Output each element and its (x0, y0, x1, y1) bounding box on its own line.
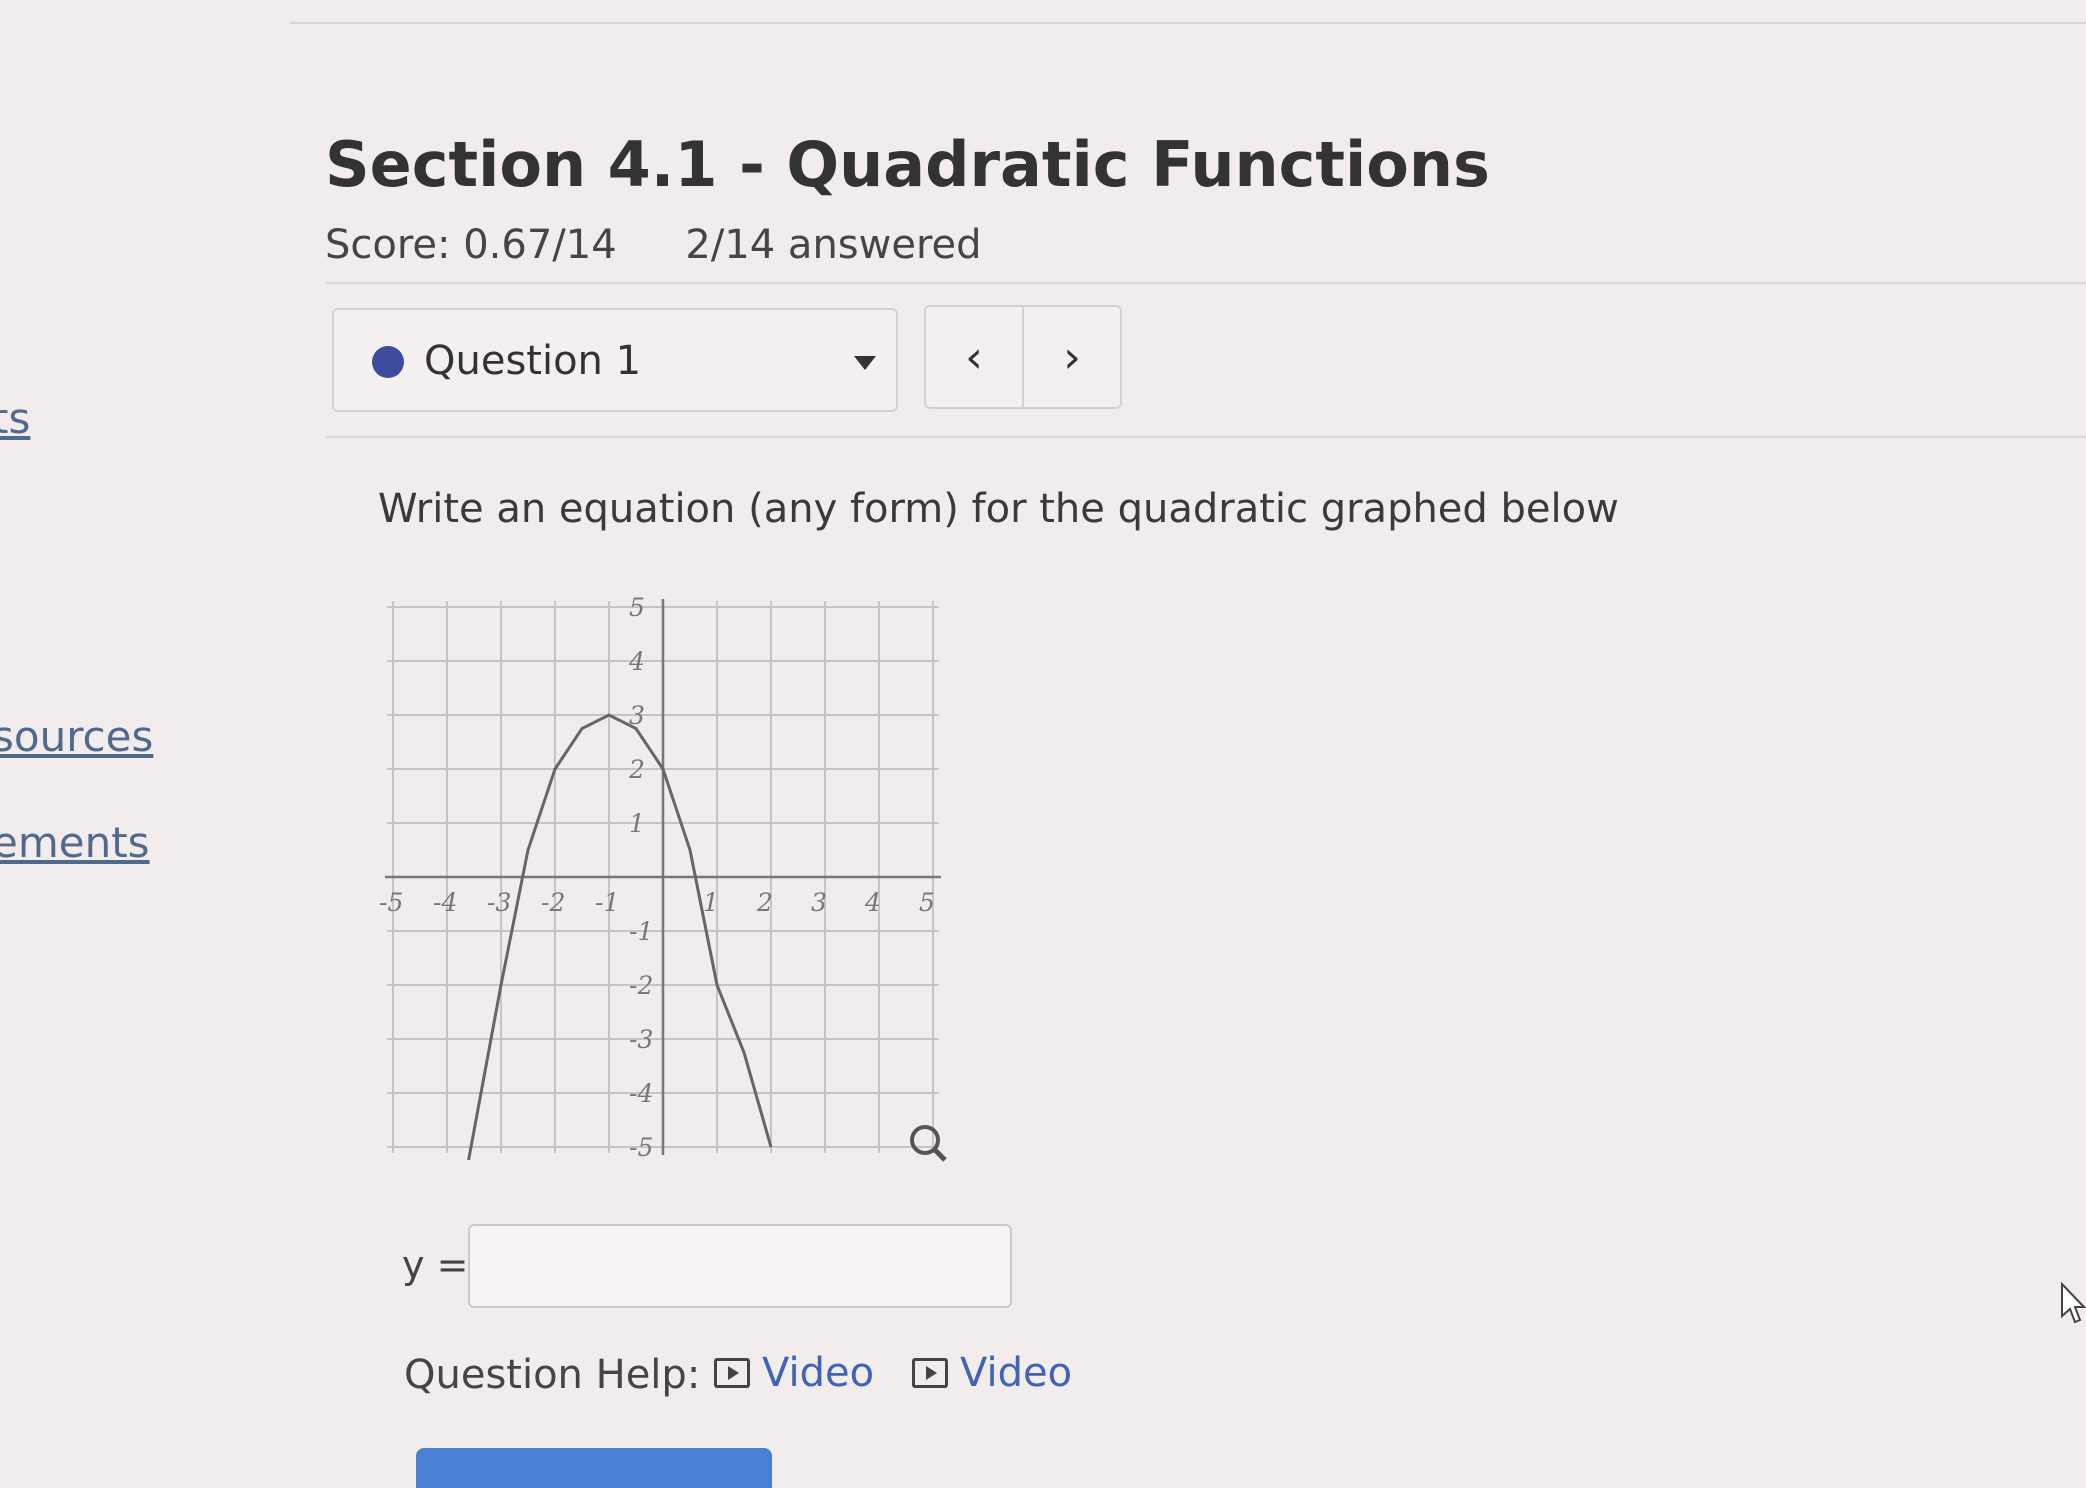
x-tick-label: 4 (864, 888, 881, 917)
sidebar-link-resources[interactable]: sources (0, 712, 153, 761)
help-video-label-1: Video (762, 1350, 875, 1396)
x-tick-labels: -5 -4 -3 -2 -1 1 2 3 4 5 (379, 888, 935, 917)
next-question-button[interactable]: › (1024, 307, 1120, 407)
y-tick-label: 4 (628, 647, 645, 676)
x-tick-label: -3 (487, 888, 511, 917)
y-tick-label: -1 (629, 917, 653, 946)
x-tick-label: 1 (703, 888, 719, 917)
help-video-link-1[interactable]: Video (714, 1350, 874, 1396)
y-tick-label: 1 (629, 809, 645, 838)
y-tick-label: -5 (629, 1133, 653, 1162)
help-video-label-2: Video (960, 1350, 1073, 1396)
y-tick-label: -3 (629, 1025, 653, 1054)
score-text: Score: 0.67/14 (325, 222, 617, 268)
play-icon (714, 1358, 750, 1388)
header-divider (325, 282, 2086, 284)
x-tick-label: -4 (433, 888, 457, 917)
magnifier-icon[interactable] (910, 1125, 947, 1162)
help-video-link-2[interactable]: Video (912, 1350, 1072, 1396)
y-tick-label: 2 (628, 755, 645, 784)
x-tick-label: 5 (919, 888, 935, 917)
x-tick-label: 2 (756, 888, 773, 917)
submit-question-button[interactable] (416, 1448, 772, 1488)
answer-input[interactable] (468, 1224, 1012, 1308)
chevron-left-icon: ‹ (965, 331, 983, 383)
caret-down-icon (854, 356, 876, 370)
answer-label: y = (402, 1243, 469, 1287)
y-tick-label: -2 (629, 971, 653, 1000)
question-select-label: Question 1 (424, 338, 642, 384)
graph-axes (385, 599, 941, 1155)
y-tick-label: 5 (629, 593, 645, 622)
play-icon (912, 1358, 948, 1388)
x-tick-label: 3 (811, 888, 827, 917)
score-row: Score: 0.67/14 2/14 answered (325, 222, 982, 268)
sidebar-link-1[interactable]: ts (0, 394, 30, 443)
y-tick-label: -4 (629, 1079, 653, 1108)
question-divider (325, 436, 2086, 438)
question-nav: ‹ › (924, 305, 1122, 409)
question-help-label: Question Help: (404, 1352, 701, 1398)
mouse-cursor-icon (2061, 1282, 2086, 1324)
x-tick-label: -2 (541, 888, 565, 917)
previous-question-button[interactable]: ‹ (926, 307, 1024, 407)
top-divider (290, 22, 2086, 24)
answered-count: 2/14 answered (685, 222, 982, 268)
question-status-dot (372, 346, 404, 378)
x-tick-label: -5 (379, 888, 403, 917)
sidebar-link-elements[interactable]: ements (0, 818, 150, 867)
page-title: Section 4.1 - Quadratic Functions (325, 128, 1490, 201)
quadratic-graph: -5 -4 -3 -2 -1 1 2 3 4 5 5 4 3 2 1 -1 -2 -3 -4 -5 (379, 593, 947, 1162)
question-select[interactable]: Question 1 (332, 308, 898, 412)
x-tick-label: -1 (595, 888, 619, 917)
question-prompt: Write an equation (any form) for the qua… (378, 486, 1619, 532)
chevron-right-icon: › (1063, 331, 1081, 383)
